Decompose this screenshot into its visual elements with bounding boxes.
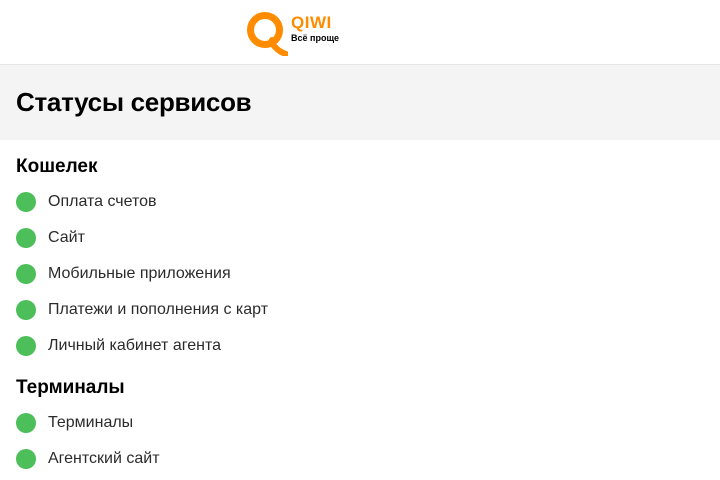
- list-item: Личный кабинет агента: [0, 328, 720, 364]
- service-label: Мобильные приложения: [48, 265, 231, 282]
- title-banner: Статусы сервисов: [0, 65, 720, 140]
- qiwi-logo-icon: [247, 12, 288, 56]
- logo-slogan: Всё проще: [291, 33, 340, 43]
- service-label: Сайт: [48, 229, 85, 246]
- status-ok-icon: [16, 449, 36, 469]
- list-item: Оплата счетов: [0, 184, 720, 220]
- top-header: QIWI Всё проще: [0, 0, 720, 65]
- page-title: Статусы сервисов: [16, 87, 252, 117]
- wallet-services-list: Оплата счетов Сайт Мобильные приложения …: [0, 184, 720, 364]
- status-ok-icon: [16, 228, 36, 248]
- section-title-terminals: Терминалы: [16, 377, 125, 398]
- status-ok-icon: [16, 264, 36, 284]
- list-item: Платежи и пополнения с карт: [0, 292, 720, 328]
- services-status-list: Кошелек Оплата счетов Сайт Мобильные при…: [0, 156, 720, 477]
- logo-wordmark: QIWI: [291, 13, 332, 32]
- list-item: Агентский сайт: [0, 441, 720, 477]
- status-ok-icon: [16, 300, 36, 320]
- service-label: Терминалы: [48, 414, 134, 431]
- service-label: Платежи и пополнения с карт: [48, 301, 269, 318]
- service-label: Личный кабинет агента: [48, 337, 221, 354]
- section-title-wallet: Кошелек: [16, 156, 98, 177]
- list-item: Сайт: [0, 220, 720, 256]
- list-item: Мобильные приложения: [0, 256, 720, 292]
- status-ok-icon: [16, 192, 36, 212]
- service-label: Оплата счетов: [48, 193, 157, 210]
- status-ok-icon: [16, 336, 36, 356]
- terminal-services-list: Терминалы Агентский сайт: [0, 405, 720, 477]
- status-ok-icon: [16, 413, 36, 433]
- qiwi-logo[interactable]: QIWI Всё проще: [244, 10, 339, 56]
- service-label: Агентский сайт: [48, 450, 160, 467]
- list-item: Терминалы: [0, 405, 720, 441]
